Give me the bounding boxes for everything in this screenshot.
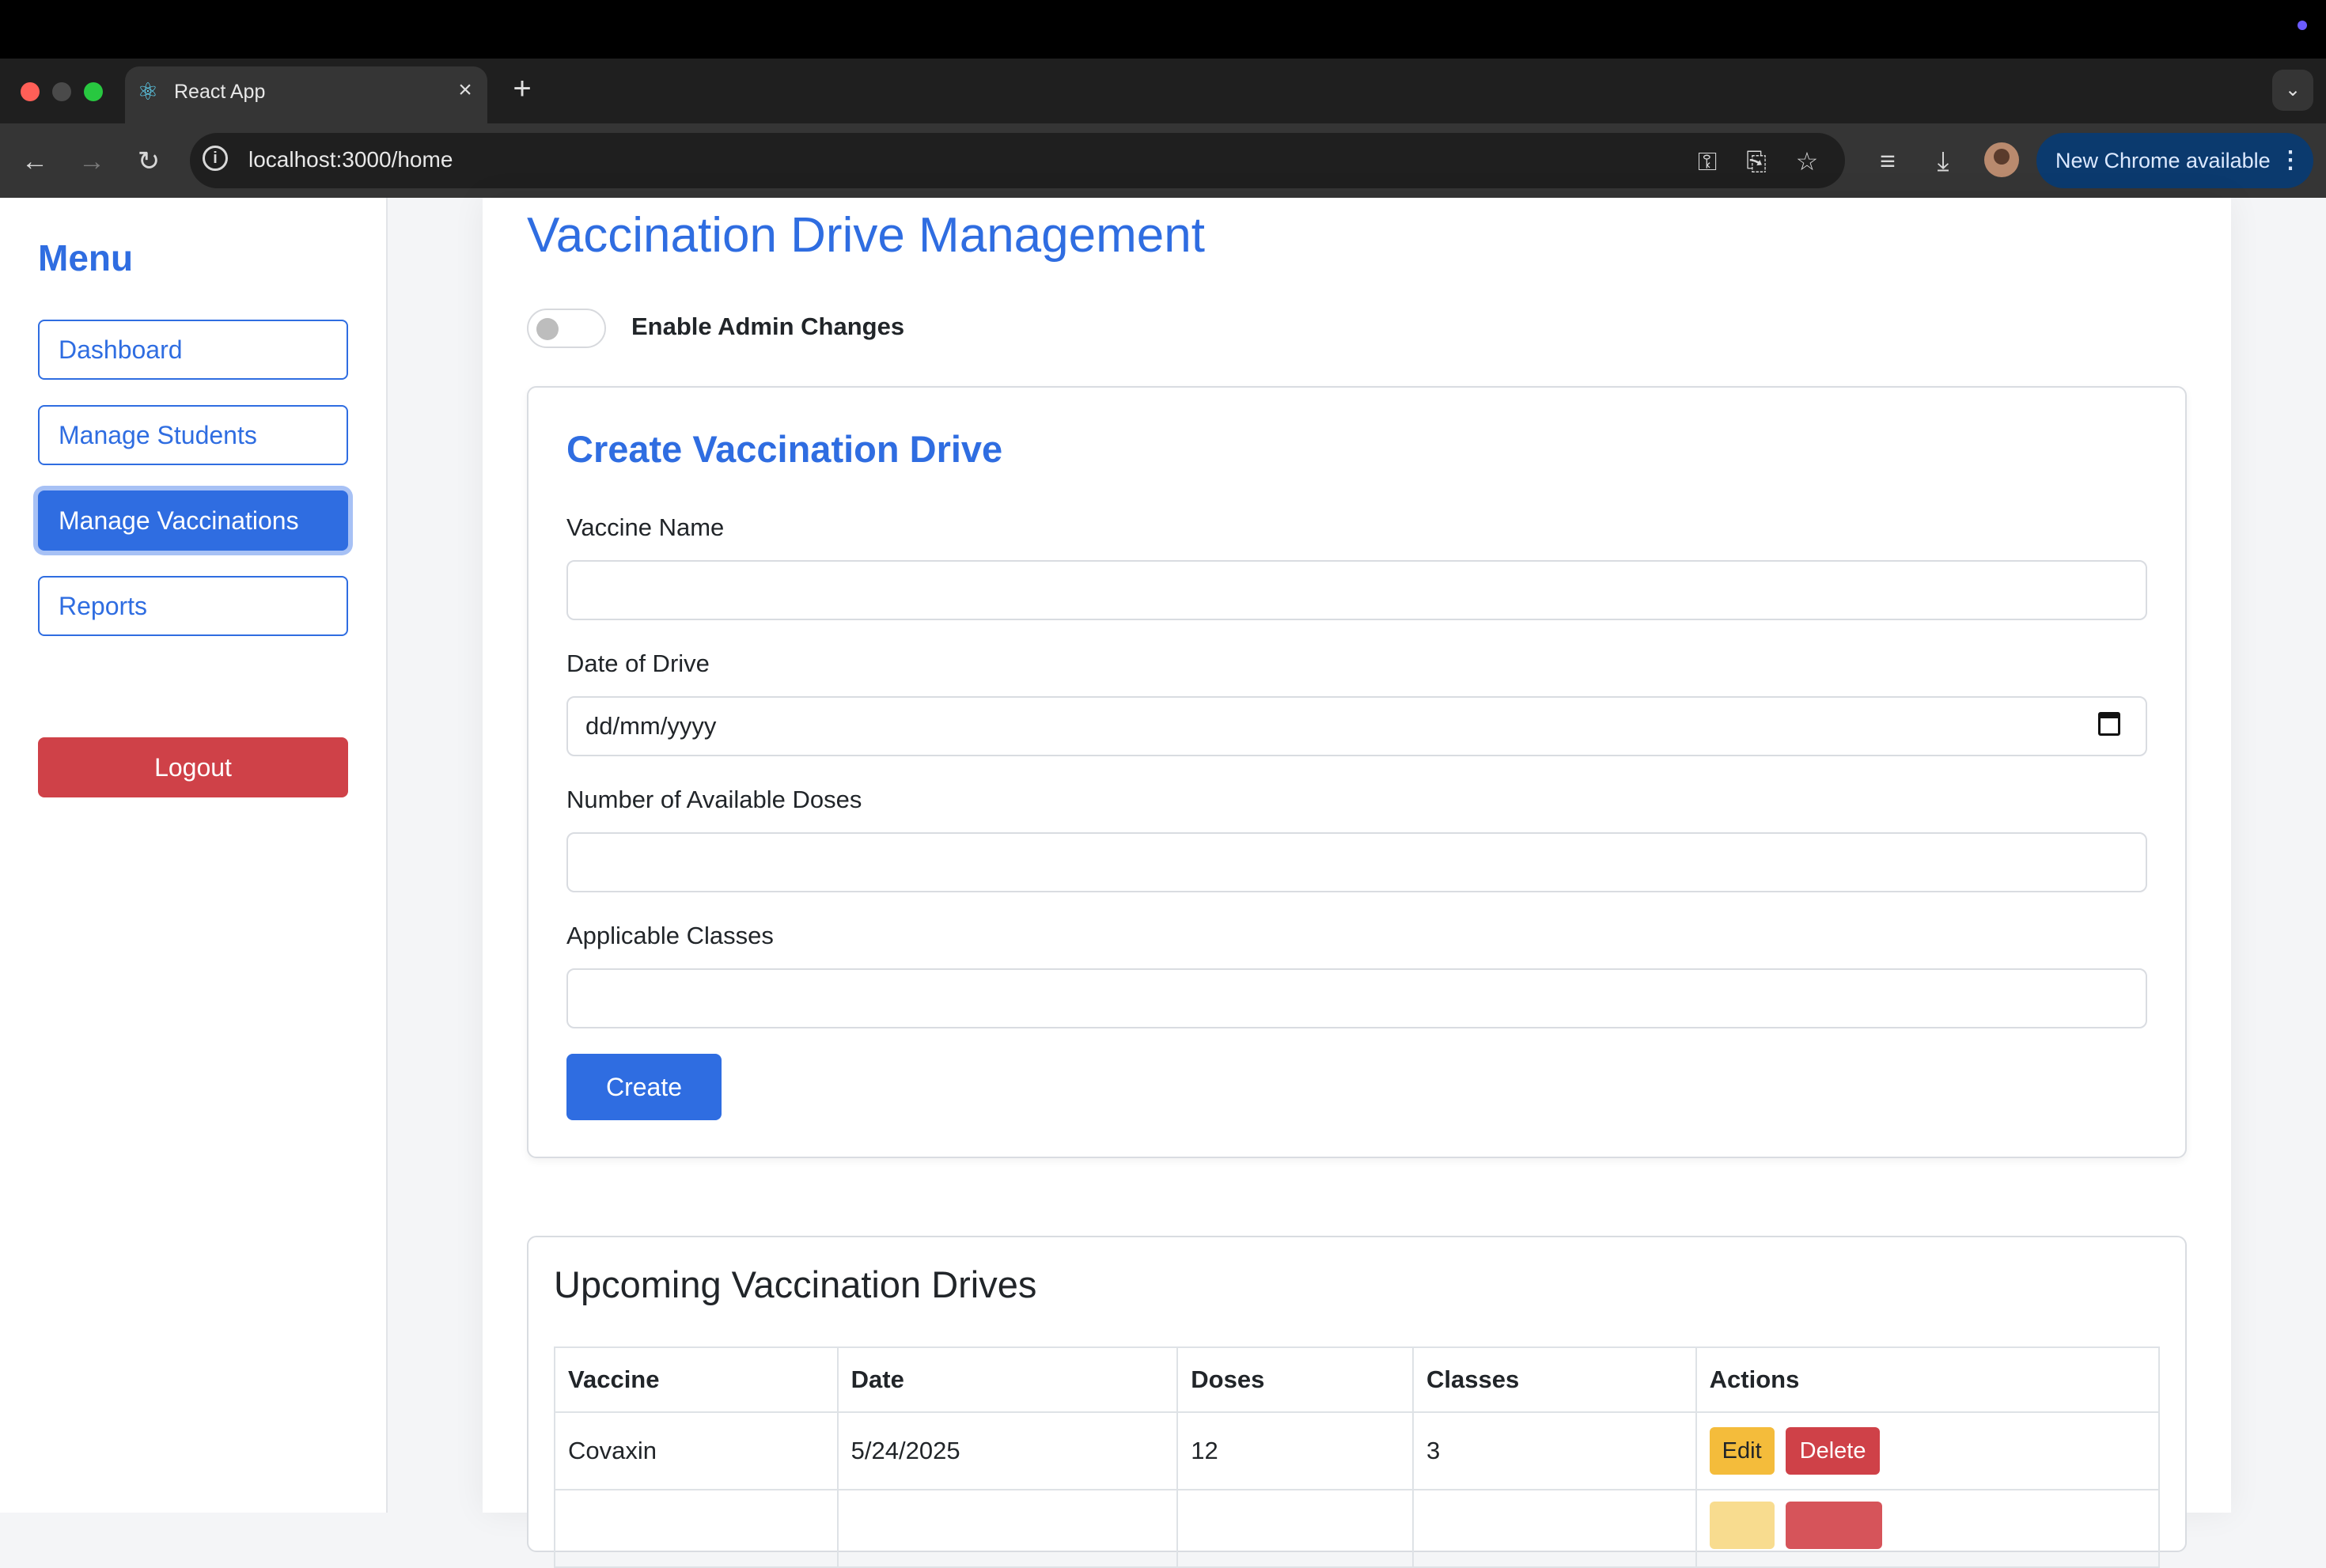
tab-title: React App <box>174 81 266 103</box>
kebab-menu-icon[interactable]: ⋮ <box>2279 145 2302 176</box>
applicable-classes-label: Applicable Classes <box>566 922 774 949</box>
tab-search-chevron-icon[interactable]: ⌄ <box>2272 70 2313 111</box>
sidebar-item-manage-students[interactable]: Manage Students <box>38 405 348 465</box>
logout-button[interactable]: Logout <box>38 737 348 797</box>
delete-button[interactable]: Delete <box>1785 1427 1881 1475</box>
cell-vaccine-partial <box>554 1489 839 1568</box>
update-chrome-label: New Chrome available <box>2055 149 2271 172</box>
column-header-vaccine: Vaccine <box>554 1346 839 1413</box>
upcoming-drives-table: Vaccine Date Doses Classes Actions Covax… <box>554 1346 2161 1568</box>
available-doses-label: Number of Available Doses <box>566 786 862 813</box>
vaccine-name-label: Vaccine Name <box>566 513 725 541</box>
create-button[interactable]: Create <box>566 1054 722 1120</box>
table-row-partial <box>554 1489 2161 1568</box>
edit-button[interactable]: Edit <box>1709 1427 1775 1475</box>
download-icon[interactable]: ⤓ <box>1924 142 1962 180</box>
vaccine-name-input[interactable] <box>566 560 2147 620</box>
page-title: Vaccination Drive Management <box>527 208 1205 263</box>
cell-doses-partial <box>1176 1489 1414 1568</box>
toggle-knob <box>536 318 559 340</box>
cell-date-partial <box>836 1489 1179 1568</box>
calendar-icon[interactable] <box>2098 712 2120 736</box>
applicable-classes-input[interactable] <box>566 968 2147 1028</box>
table-row: Covaxin 5/24/2025 12 3 Edit Delete <box>554 1411 2161 1490</box>
reload-icon[interactable]: ↻ <box>130 142 168 180</box>
reading-list-icon[interactable]: ≡ <box>1869 142 1907 180</box>
cell-actions-partial <box>1695 1489 2161 1568</box>
profile-avatar[interactable] <box>1984 142 2019 177</box>
create-drive-title: Create Vaccination Drive <box>566 428 1003 470</box>
create-drive-card <box>527 386 2187 1158</box>
close-tab-icon[interactable]: × <box>451 76 479 104</box>
column-header-doses: Doses <box>1176 1346 1414 1413</box>
edit-button-partial[interactable] <box>1709 1502 1775 1549</box>
zoom-window-button[interactable] <box>84 82 103 101</box>
status-indicator-icon <box>2298 21 2307 30</box>
react-logo-icon: ⚛ <box>137 79 159 105</box>
bookmark-star-icon[interactable]: ☆ <box>1790 144 1824 179</box>
sidebar <box>0 198 388 1513</box>
password-key-icon[interactable]: ⚿ <box>1690 144 1725 179</box>
back-arrow-icon[interactable]: ← <box>16 142 54 180</box>
cell-vaccine: Covaxin <box>554 1411 839 1490</box>
column-header-date: Date <box>836 1346 1179 1413</box>
column-header-classes: Classes <box>1411 1346 1697 1413</box>
delete-button-partial[interactable] <box>1785 1502 1882 1549</box>
minimize-window-button[interactable] <box>52 82 71 101</box>
cell-classes: 3 <box>1411 1411 1697 1490</box>
table-header-row: Vaccine Date Doses Classes Actions <box>554 1346 2161 1413</box>
admin-changes-label: Enable Admin Changes <box>631 312 905 340</box>
upcoming-drives-title: Upcoming Vaccination Drives <box>554 1263 1037 1305</box>
cell-doses: 12 <box>1176 1411 1414 1490</box>
cell-actions: Edit Delete <box>1695 1411 2161 1490</box>
forward-arrow-icon[interactable]: → <box>73 142 111 180</box>
site-info-icon[interactable]: i <box>203 146 228 171</box>
column-header-actions: Actions <box>1695 1346 2161 1413</box>
available-doses-input[interactable] <box>566 832 2147 892</box>
sidebar-item-manage-vaccinations[interactable]: Manage Vaccinations <box>38 490 348 551</box>
date-of-drive-input[interactable] <box>566 696 2147 756</box>
admin-changes-toggle[interactable] <box>527 309 606 348</box>
sidebar-item-reports[interactable]: Reports <box>38 576 348 636</box>
cell-classes-partial <box>1411 1489 1697 1568</box>
install-app-icon[interactable]: ⎘ <box>1739 144 1774 179</box>
sidebar-item-dashboard[interactable]: Dashboard <box>38 320 348 380</box>
date-of-drive-label: Date of Drive <box>566 650 710 677</box>
date-placeholder: dd/mm/yyyy <box>585 712 717 740</box>
new-tab-icon[interactable]: + <box>506 73 538 104</box>
close-window-button[interactable] <box>21 82 40 101</box>
sidebar-title: Menu <box>38 237 134 278</box>
system-menu-bar <box>0 0 2326 59</box>
cell-date: 5/24/2025 <box>836 1411 1179 1490</box>
url-text[interactable]: localhost:3000/home <box>248 144 453 176</box>
